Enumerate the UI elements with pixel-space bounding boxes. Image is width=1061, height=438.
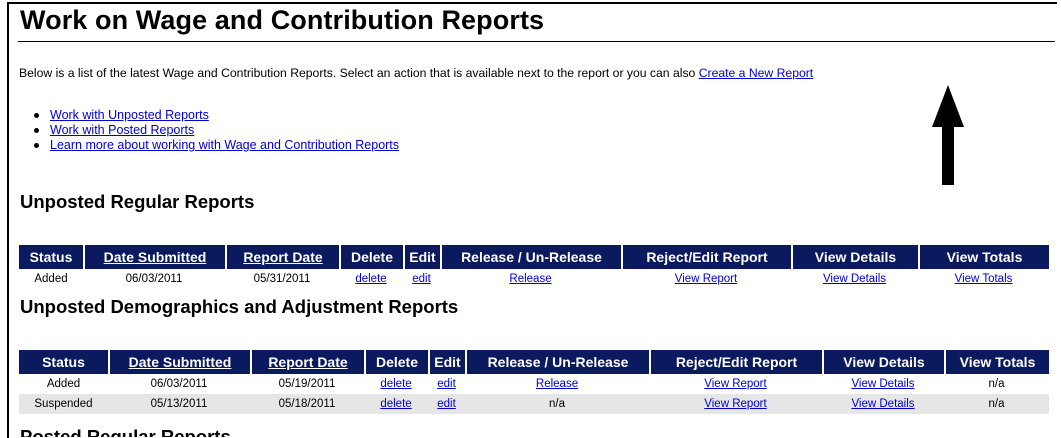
- edit-header: Edit: [428, 350, 465, 374]
- report-date-header[interactable]: Report Date: [225, 245, 339, 269]
- totals-cell: n/a: [988, 378, 1005, 390]
- report-date-cell: 05/18/2011: [250, 394, 364, 414]
- view-totals-link[interactable]: View Totals: [955, 273, 1013, 285]
- sort-date-submitted-link[interactable]: Date Submitted: [129, 354, 232, 370]
- status-cell: Added: [34, 273, 68, 285]
- date-submitted-header[interactable]: Date Submitted: [83, 245, 225, 269]
- intro-text: Below is a list of the latest Wage and C…: [19, 66, 699, 80]
- details-cell: View Details: [822, 394, 944, 414]
- delete-cell: delete: [364, 394, 428, 414]
- edit-link[interactable]: edit: [412, 273, 431, 285]
- date-submitted-cell: 05/13/2011: [108, 394, 250, 414]
- release-link[interactable]: Release: [509, 273, 551, 285]
- list-item: Work with Posted Reports: [30, 123, 399, 138]
- status-header: Status: [19, 350, 108, 374]
- edit-header: Edit: [403, 245, 440, 269]
- delete-header: Delete: [339, 245, 403, 269]
- report-date-cell: 05/31/2011: [253, 273, 311, 285]
- edit-cell: edit: [428, 374, 465, 394]
- unposted-regular-title: Unposted Regular Reports: [20, 191, 255, 212]
- posted-regular-title: Posted Regular Reports: [20, 428, 231, 437]
- delete-link[interactable]: delete: [355, 273, 386, 285]
- edit-cell: edit: [428, 394, 465, 414]
- unposted-regular-table: Status Date Submitted Report Date Delete…: [19, 245, 1049, 289]
- report-date-cell: 05/19/2011: [278, 378, 336, 390]
- release-cell: Release: [465, 374, 649, 394]
- table-row: Added 06/03/2011 05/31/2011 delete edit …: [19, 269, 1049, 289]
- bullet-icon: [34, 113, 39, 118]
- details-cell: View Details: [791, 269, 918, 289]
- release-cell: n/a: [465, 394, 649, 414]
- table-row: Added 06/03/2011 05/19/2011 delete edit …: [19, 374, 1049, 394]
- view-details-link[interactable]: View Details: [851, 378, 914, 390]
- unposted-demographics-table: Status Date Submitted Report Date Delete…: [19, 350, 1049, 414]
- create-new-report-link[interactable]: Create a New Report: [699, 66, 813, 80]
- delete-link[interactable]: delete: [380, 378, 411, 390]
- status-header: Status: [19, 245, 83, 269]
- sort-report-date-link[interactable]: Report Date: [243, 249, 322, 265]
- unposted-demographics-title: Unposted Demographics and Adjustment Rep…: [20, 296, 459, 317]
- view-totals-header: View Totals: [918, 245, 1049, 269]
- bullet-icon: [34, 143, 39, 148]
- view-totals-header: View Totals: [944, 350, 1049, 374]
- totals-cell: View Totals: [918, 269, 1049, 289]
- work-posted-reports-link[interactable]: Work with Posted Reports: [50, 123, 194, 137]
- reject-cell: View Report: [649, 394, 822, 414]
- page-title: Work on Wage and Contribution Reports: [20, 5, 545, 35]
- intro-paragraph: Below is a list of the latest Wage and C…: [19, 66, 813, 80]
- list-item: Learn more about working with Wage and C…: [30, 138, 399, 153]
- release-header: Release / Un-Release: [465, 350, 649, 374]
- release-link[interactable]: Release: [536, 378, 578, 390]
- details-cell: View Details: [822, 374, 944, 394]
- status-cell: Added: [46, 378, 81, 390]
- table-header-row: Status Date Submitted Report Date Delete…: [19, 350, 1049, 374]
- help-links-list: Work with Unposted Reports Work with Pos…: [30, 108, 399, 153]
- delete-cell: delete: [364, 374, 428, 394]
- delete-link[interactable]: delete: [380, 398, 411, 410]
- learn-more-link[interactable]: Learn more about working with Wage and C…: [50, 138, 399, 152]
- edit-cell: edit: [403, 269, 440, 289]
- status-cell: Suspended: [19, 394, 108, 414]
- delete-cell: delete: [339, 269, 403, 289]
- sort-date-submitted-link[interactable]: Date Submitted: [104, 249, 207, 265]
- edit-link[interactable]: edit: [437, 398, 456, 410]
- view-details-link[interactable]: View Details: [851, 398, 914, 410]
- view-details-header: View Details: [791, 245, 918, 269]
- view-details-link[interactable]: View Details: [823, 273, 886, 285]
- table-header-row: Status Date Submitted Report Date Delete…: [19, 245, 1049, 269]
- view-report-link[interactable]: View Report: [675, 273, 737, 285]
- list-item: Work with Unposted Reports: [30, 108, 399, 123]
- reject-cell: View Report: [649, 374, 822, 394]
- release-cell: Release: [440, 269, 621, 289]
- date-submitted-cell: 06/03/2011: [125, 273, 183, 285]
- date-submitted-cell: 06/03/2011: [150, 378, 208, 390]
- reject-cell: View Report: [621, 269, 791, 289]
- release-header: Release / Un-Release: [440, 245, 621, 269]
- sort-report-date-link[interactable]: Report Date: [268, 354, 347, 370]
- report-date-header[interactable]: Report Date: [250, 350, 364, 374]
- reject-edit-header: Reject/Edit Report: [621, 245, 791, 269]
- up-arrow-icon: [932, 85, 964, 185]
- delete-header: Delete: [364, 350, 428, 374]
- work-unposted-reports-link[interactable]: Work with Unposted Reports: [50, 108, 209, 122]
- view-report-link[interactable]: View Report: [704, 378, 766, 390]
- view-report-link[interactable]: View Report: [704, 398, 766, 410]
- title-divider: [18, 41, 1055, 42]
- totals-cell: n/a: [944, 394, 1049, 414]
- edit-link[interactable]: edit: [437, 378, 456, 390]
- reject-edit-header: Reject/Edit Report: [649, 350, 822, 374]
- date-submitted-header[interactable]: Date Submitted: [108, 350, 250, 374]
- table-row: Suspended 05/13/2011 05/18/2011 delete e…: [19, 394, 1049, 414]
- view-details-header: View Details: [822, 350, 944, 374]
- bullet-icon: [34, 128, 39, 133]
